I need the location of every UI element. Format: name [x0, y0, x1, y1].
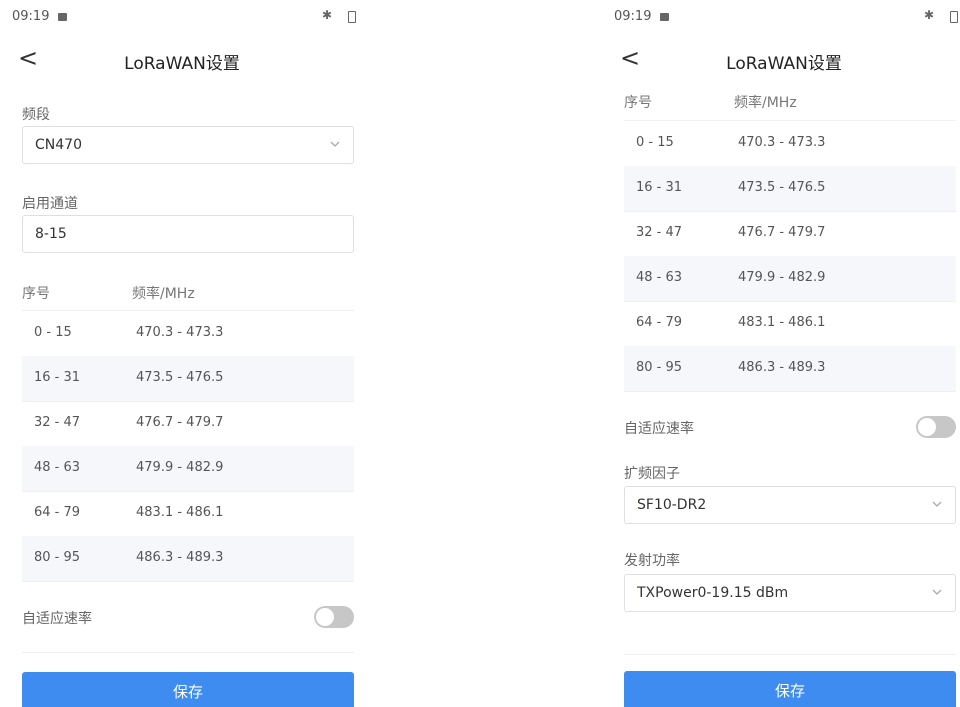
table-row: 80 - 95 486.3 - 489.3	[624, 346, 956, 392]
sim-icon	[58, 13, 67, 21]
save-button[interactable]: 保存	[22, 672, 354, 707]
bluetooth-icon: ✱	[923, 8, 934, 22]
band-label: 频段	[22, 107, 50, 123]
row-freq: 473.5 - 476.5	[136, 370, 224, 385]
channels-label: 启用通道	[22, 196, 78, 212]
table-row: 32 - 47 476.7 - 479.7	[624, 211, 956, 257]
row-index: 32 - 47	[636, 225, 683, 240]
row-index: 48 - 63	[636, 270, 683, 285]
row-index: 64 - 79	[34, 505, 81, 520]
top-bar: < LoRaWAN设置	[606, 36, 960, 84]
table-row: 64 - 79 483.1 - 486.1	[624, 301, 956, 347]
top-bar: < LoRaWAN设置	[4, 36, 360, 84]
table-row: 0 - 15 470.3 - 473.3	[22, 311, 354, 357]
table-row: 80 - 95 486.3 - 489.3	[22, 536, 354, 582]
row-freq: 483.1 - 486.1	[136, 505, 224, 520]
phone-screen-right: 09:19 ✱ < LoRaWAN设置 序号 频率/MHz 0 - 15 470…	[606, 0, 960, 707]
table-row: 48 - 63 479.9 - 482.9	[22, 446, 354, 492]
row-freq: 486.3 - 489.3	[738, 360, 826, 375]
channels-value: 8-15	[35, 226, 67, 242]
status-bar: 09:19 ✱	[606, 0, 960, 36]
row-index: 0 - 15	[34, 325, 72, 340]
sf-select[interactable]: SF10-DR2	[624, 486, 956, 524]
row-index: 32 - 47	[34, 415, 81, 430]
row-freq: 470.3 - 473.3	[738, 135, 826, 150]
table-row: 32 - 47 476.7 - 479.7	[22, 401, 354, 447]
row-index: 16 - 31	[636, 180, 683, 195]
txpower-label: 发射功率	[624, 553, 680, 569]
row-index: 48 - 63	[34, 460, 81, 475]
save-button[interactable]: 保存	[624, 671, 956, 707]
row-freq: 470.3 - 473.3	[136, 325, 224, 340]
table-row: 64 - 79 483.1 - 486.1	[22, 491, 354, 537]
page-title: LoRaWAN设置	[726, 54, 842, 74]
toggle-knob	[316, 608, 334, 626]
txpower-value: TXPower0-19.15 dBm	[637, 585, 789, 601]
table-row: 48 - 63 479.9 - 482.9	[624, 256, 956, 302]
row-freq: 479.9 - 482.9	[738, 270, 826, 285]
battery-icon	[950, 11, 958, 23]
row-index: 80 - 95	[34, 550, 81, 565]
table-row: 0 - 15 470.3 - 473.3	[624, 121, 956, 167]
row-freq: 486.3 - 489.3	[136, 550, 224, 565]
sf-value: SF10-DR2	[637, 497, 707, 513]
page-title: LoRaWAN设置	[124, 54, 240, 74]
txpower-select[interactable]: TXPower0-19.15 dBm	[624, 574, 956, 612]
sf-label: 扩频因子	[624, 466, 680, 482]
table-row: 16 - 31 473.5 - 476.5	[624, 166, 956, 212]
toggle-knob	[918, 418, 936, 436]
row-freq: 473.5 - 476.5	[738, 180, 826, 195]
status-time: 09:19	[12, 9, 50, 24]
chevron-down-icon	[330, 141, 340, 147]
row-freq: 479.9 - 482.9	[136, 460, 224, 475]
table-header-index: 序号	[22, 286, 50, 302]
row-index: 64 - 79	[636, 315, 683, 330]
row-index: 0 - 15	[636, 135, 674, 150]
row-index: 80 - 95	[636, 360, 683, 375]
bluetooth-icon: ✱	[321, 8, 332, 22]
chevron-down-icon	[932, 501, 942, 507]
phone-screen-left: 09:19 ✱ < LoRaWAN设置 频段 CN470 启用通道 8-15 序…	[4, 0, 360, 707]
channels-input[interactable]: 8-15	[22, 215, 354, 253]
row-index: 16 - 31	[34, 370, 81, 385]
status-time: 09:19	[614, 9, 652, 24]
row-freq: 483.1 - 486.1	[738, 315, 826, 330]
adr-toggle[interactable]	[314, 606, 354, 628]
adr-toggle[interactable]	[916, 416, 956, 438]
sim-icon	[660, 13, 669, 21]
table-row: 16 - 31 473.5 - 476.5	[22, 356, 354, 402]
table-header-index: 序号	[624, 95, 652, 111]
status-bar: 09:19 ✱	[4, 0, 360, 36]
adr-label: 自适应速率	[624, 421, 694, 437]
adr-label: 自适应速率	[22, 611, 92, 627]
row-freq: 476.7 - 479.7	[738, 225, 826, 240]
band-value: CN470	[35, 137, 82, 153]
footer-divider	[22, 652, 354, 653]
battery-icon	[348, 11, 356, 23]
footer-divider	[624, 654, 956, 655]
row-freq: 476.7 - 479.7	[136, 415, 224, 430]
table-header-freq: 频率/MHz	[734, 95, 797, 111]
chevron-down-icon	[932, 589, 942, 595]
band-select[interactable]: CN470	[22, 126, 354, 164]
table-header-freq: 频率/MHz	[132, 286, 195, 302]
